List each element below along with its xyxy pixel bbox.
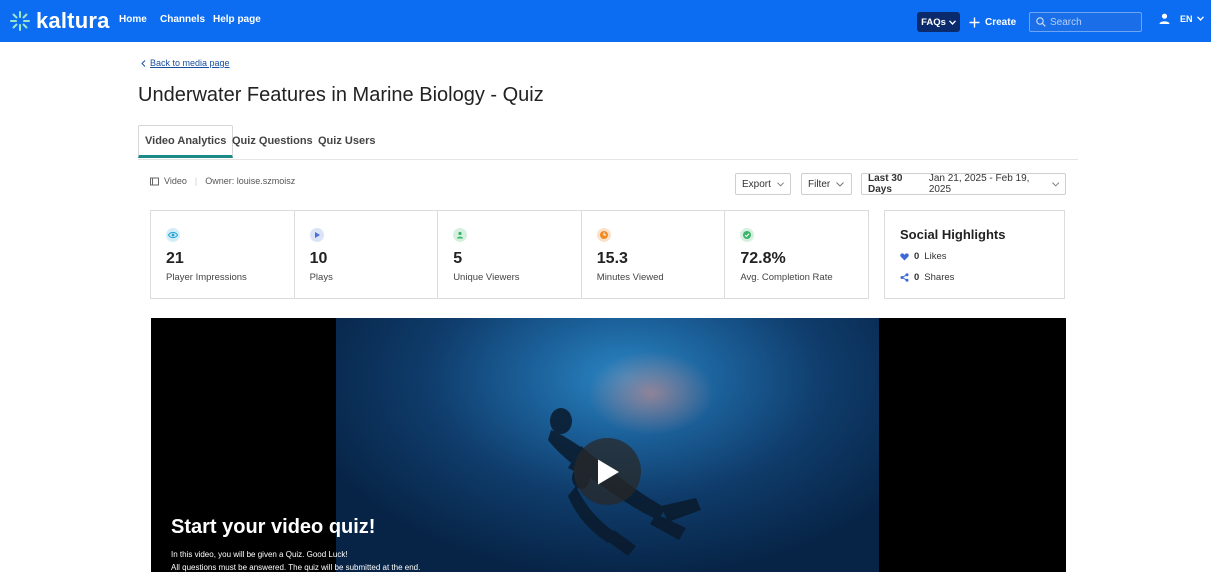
date-preset-label: Last 30 Days — [868, 173, 903, 195]
eye-icon — [166, 228, 180, 242]
chevron-down-icon — [836, 181, 845, 187]
stat-value: 5 — [453, 250, 463, 267]
stat-label: Player Impressions — [166, 272, 247, 283]
check-icon — [740, 228, 755, 242]
back-to-media-link[interactable]: Back to media page — [141, 58, 230, 68]
play-icon — [309, 228, 324, 242]
shares-count: 0 — [914, 272, 920, 283]
likes-count: 0 — [914, 251, 920, 262]
logo-text: kaltura — [36, 8, 110, 33]
create-button[interactable]: Create — [969, 12, 1016, 32]
user-icon — [1159, 13, 1170, 24]
shares-row: 0 Shares — [900, 272, 954, 283]
video-player[interactable]: Start your video quiz! In this video, yo… — [151, 318, 1066, 572]
tab-quiz-users[interactable]: Quiz Users — [318, 125, 375, 157]
date-range-label: Jan 21, 2025 - Feb 19, 2025 — [928, 173, 1030, 195]
stat-label: Plays — [309, 272, 333, 283]
likes-row: 0 Likes — [900, 251, 946, 262]
filter-dropdown[interactable]: Filter — [801, 173, 852, 195]
user-icon — [453, 228, 468, 242]
clock-icon — [596, 228, 611, 242]
stats-panel: 21 Player Impressions 10 Plays 5 Unique … — [150, 210, 869, 299]
nav-home[interactable]: Home — [119, 14, 147, 25]
play-icon — [597, 459, 619, 484]
stat-player-impressions: 21 Player Impressions — [151, 211, 295, 298]
language-label: EN — [1180, 13, 1193, 24]
meta-divider: | — [194, 176, 198, 186]
create-label: Create — [985, 16, 1017, 28]
nav-help-page[interactable]: Help page — [213, 14, 261, 25]
play-button[interactable] — [574, 438, 641, 505]
faqs-button[interactable]: FAQs — [917, 12, 960, 32]
stat-label: Avg. Completion Rate — [740, 272, 833, 283]
stat-value: 10 — [309, 250, 328, 267]
stat-minutes-viewed: 15.3 Minutes Viewed — [582, 211, 726, 298]
media-type-label: Video — [164, 176, 187, 186]
quiz-intro-line: In this video, you will be given a Quiz.… — [171, 550, 348, 559]
share-icon — [900, 273, 909, 282]
page-title: Underwater Features in Marine Biology - … — [138, 84, 544, 106]
faqs-label: FAQs — [921, 16, 946, 28]
chevron-down-icon — [1051, 181, 1059, 187]
social-highlights-title: Social Highlights — [900, 227, 1006, 242]
nav-channels[interactable]: Channels — [160, 14, 205, 25]
stat-label: Unique Viewers — [453, 272, 520, 283]
user-menu[interactable]: EN — [1159, 13, 1204, 24]
date-range-dropdown[interactable]: Last 30 Days Jan 21, 2025 - Feb 19, 2025 — [861, 173, 1066, 195]
shares-label: Shares — [924, 272, 955, 283]
search-placeholder: Search — [1050, 16, 1082, 28]
quiz-start-title: Start your video quiz! — [171, 516, 376, 538]
media-meta: Video | Owner: louise.szmoisz — [150, 176, 295, 186]
stat-avg-completion-rate: 72.8% Avg. Completion Rate — [725, 211, 868, 298]
video-icon — [150, 177, 159, 185]
social-highlights-panel: Social Highlights 0 Likes 0 Shares — [884, 210, 1065, 299]
stat-value: 21 — [166, 250, 184, 267]
owner-label: Owner: louise.szmoisz — [205, 176, 296, 186]
stat-value: 72.8% — [740, 250, 786, 267]
quiz-rules-line: All questions must be answered. The quiz… — [171, 563, 421, 572]
chevron-left-icon — [141, 59, 146, 67]
analytics-tabs: Video Analytics Quiz Questions Quiz User… — [138, 125, 1078, 160]
plus-icon — [969, 17, 980, 27]
chevron-down-icon — [1196, 16, 1204, 21]
top-navigation-bar: kaltura Home Channels Help page FAQs Cre… — [0, 0, 1211, 42]
tab-quiz-questions[interactable]: Quiz Questions — [232, 125, 313, 157]
stat-value: 15.3 — [596, 250, 628, 267]
search-input[interactable]: Search — [1029, 12, 1142, 32]
back-link-label: Back to media page — [150, 58, 230, 68]
chevron-down-icon — [777, 181, 784, 186]
heart-icon — [900, 252, 909, 260]
chevron-down-icon — [948, 19, 956, 25]
export-label: Export — [742, 178, 771, 190]
kaltura-logo[interactable]: kaltura — [10, 8, 110, 34]
stat-label: Minutes Viewed — [596, 272, 664, 283]
filter-label: Filter — [808, 178, 831, 190]
kaltura-spark-icon — [10, 11, 30, 31]
stat-plays: 10 Plays — [295, 211, 439, 298]
likes-label: Likes — [924, 251, 947, 262]
tab-video-analytics[interactable]: Video Analytics — [138, 125, 234, 158]
stat-unique-viewers: 5 Unique Viewers — [438, 211, 582, 298]
search-icon — [1036, 17, 1046, 27]
export-dropdown[interactable]: Export — [735, 173, 791, 195]
